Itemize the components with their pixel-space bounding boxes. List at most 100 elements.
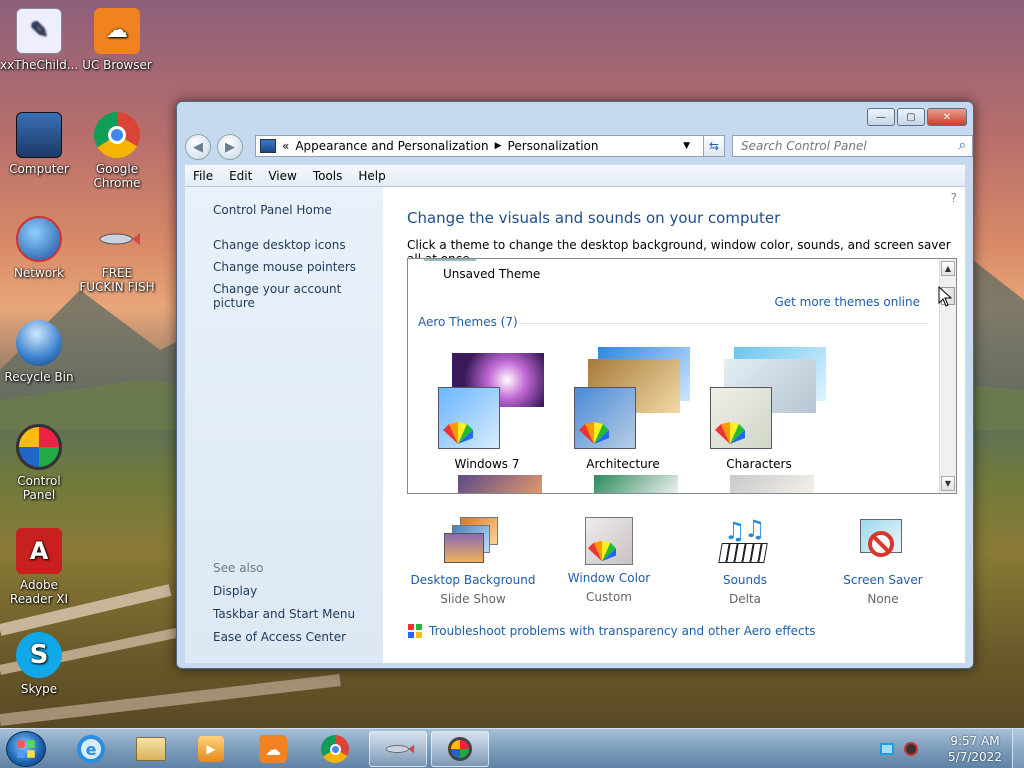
caption-buttons: — ▢ ✕	[867, 108, 967, 126]
address-prefix: «	[282, 139, 290, 153]
window-color-button[interactable]: Window Color Custom	[539, 517, 679, 604]
control-panel-icon	[16, 424, 62, 470]
sounds-button[interactable]: ♫ ♫ Sounds Delta	[675, 515, 815, 606]
taskbar-control-panel[interactable]	[431, 731, 489, 767]
maximize-button[interactable]: ▢	[897, 108, 925, 126]
search-input[interactable]: Search Control Panel ⌕	[732, 135, 973, 157]
theme-preview-front	[438, 387, 500, 449]
scroll-down-icon[interactable]: ▼	[941, 476, 955, 491]
taskbar-internet-explorer[interactable]: e	[62, 731, 120, 767]
theme-preview-image	[594, 475, 678, 493]
forward-button[interactable]: ▶	[217, 134, 243, 160]
close-button[interactable]: ✕	[927, 108, 967, 126]
theme-label: Architecture	[586, 457, 660, 471]
help-icon[interactable]: ?	[951, 191, 957, 205]
system-tray: 9:57 AM 5/7/2022	[880, 729, 1024, 768]
clock[interactable]: 9:57 AM 5/7/2022	[940, 733, 1010, 765]
breadcrumb-personalization[interactable]: Personalization	[508, 139, 599, 153]
address-dropdown-icon[interactable]: ▼	[683, 141, 690, 151]
desktop-icon-fish[interactable]: FREE FUCKIN FISH	[78, 216, 156, 294]
change-desktop-icons-link[interactable]: Change desktop icons	[213, 238, 383, 252]
screen-saver-value: None	[867, 592, 899, 606]
fish-icon	[94, 216, 140, 262]
color-swatch-icon	[715, 422, 745, 444]
adobe-reader-icon: A	[16, 528, 62, 574]
search-icon[interactable]: ⌕	[959, 138, 966, 153]
theme-preview-image	[730, 475, 814, 493]
taskbar-fish[interactable]	[369, 731, 427, 767]
computer-icon	[16, 112, 62, 158]
uc-browser-icon: ☁	[259, 735, 287, 763]
fish-icon	[385, 744, 415, 754]
theme-preview-front	[710, 387, 772, 449]
desktop-icon-skype[interactable]: S Skype	[0, 632, 78, 696]
theme-list[interactable]: Unsaved Theme Get more themes online Aer…	[407, 258, 957, 494]
chrome-icon	[94, 112, 140, 158]
desktop-icon-network[interactable]: Network	[0, 216, 78, 280]
theme-preview-front	[574, 387, 636, 449]
taskbar-media-player[interactable]: ▶	[182, 731, 240, 767]
troubleshoot-label: Troubleshoot problems with transparency …	[429, 624, 816, 638]
windows-flag-icon	[408, 624, 422, 638]
network-icon	[16, 216, 62, 262]
show-desktop-button[interactable]	[1012, 729, 1024, 768]
desktop-icon-computer[interactable]: Computer	[0, 112, 78, 176]
desktop-background-value: Slide Show	[440, 592, 506, 606]
start-button[interactable]	[6, 731, 46, 767]
theme-architecture[interactable]: Architecture	[558, 347, 690, 471]
desktop-background-label: Desktop Background	[410, 573, 536, 587]
minimize-button[interactable]: —	[867, 108, 895, 126]
theme-label: Windows 7	[454, 457, 520, 471]
page-title: Change the visuals and sounds on your co…	[407, 209, 781, 227]
menu-tools[interactable]: Tools	[313, 167, 351, 185]
desktop-icon-adobe-reader[interactable]: A Adobe Reader XI	[0, 528, 78, 606]
change-mouse-pointers-link[interactable]: Change mouse pointers	[213, 260, 383, 274]
menu-help[interactable]: Help	[358, 167, 393, 185]
screen-saver-icon	[854, 517, 912, 567]
theme-windows-7[interactable]: Windows 7	[422, 351, 552, 471]
section-divider	[518, 323, 928, 324]
aero-themes-header: Aero Themes (7)	[418, 315, 518, 329]
window-color-value: Custom	[586, 590, 632, 604]
breadcrumb-appearance[interactable]: Appearance and Personalization	[295, 139, 488, 153]
color-swatch-icon	[579, 422, 609, 444]
selected-theme-underline	[424, 259, 476, 261]
unsaved-theme-label[interactable]: Unsaved Theme	[443, 267, 540, 281]
taskbar-uc-browser[interactable]: ☁	[244, 731, 302, 767]
menu-file[interactable]: File	[193, 167, 221, 185]
volume-tray-icon[interactable]	[904, 742, 918, 756]
window-color-icon	[585, 517, 633, 565]
chrome-icon	[321, 735, 349, 763]
menu-edit[interactable]: Edit	[229, 167, 260, 185]
back-button[interactable]: ◀	[185, 134, 211, 160]
desktop-background-icon	[444, 517, 502, 567]
refresh-icon: ⇆	[708, 139, 720, 153]
theme-characters[interactable]: Characters	[694, 347, 826, 471]
taskbar-start-menu-link[interactable]: Taskbar and Start Menu	[213, 607, 355, 621]
sounds-label: Sounds	[722, 573, 768, 587]
taskbar-file-explorer[interactable]	[122, 731, 180, 767]
address-bar[interactable]: « Appearance and Personalization ▶ Perso…	[255, 135, 717, 157]
ease-of-access-link[interactable]: Ease of Access Center	[213, 630, 346, 644]
desktop-icon-file[interactable]: ✎ xxTheChild...	[0, 8, 78, 72]
desktop-background-button[interactable]: Desktop Background Slide Show	[403, 517, 543, 606]
screen-saver-button[interactable]: Screen Saver None	[813, 517, 953, 606]
get-more-themes-link[interactable]: Get more themes online	[774, 295, 920, 309]
desktop-icon-recycle-bin[interactable]: Recycle Bin	[0, 320, 78, 384]
troubleshoot-link[interactable]: Troubleshoot problems with transparency …	[407, 623, 816, 639]
desktop-icon-control-panel[interactable]: Control Panel	[0, 424, 78, 502]
menu-view[interactable]: View	[268, 167, 304, 185]
network-tray-icon[interactable]	[880, 743, 894, 755]
taskbar-chrome[interactable]	[306, 731, 364, 767]
desktop-icon-uc-browser[interactable]: ☁ UC Browser	[78, 8, 156, 72]
task-pane: Control Panel Home Change desktop icons …	[185, 187, 383, 663]
mouse-cursor-icon	[938, 286, 953, 307]
navigation-bar: ◀ ▶ « Appearance and Personalization ▶ P…	[185, 134, 973, 160]
display-link[interactable]: Display	[213, 584, 257, 598]
change-account-picture-link[interactable]: Change your account picture	[213, 282, 383, 310]
control-panel-home-link[interactable]: Control Panel Home	[213, 203, 383, 217]
refresh-button[interactable]: ⇆	[703, 135, 725, 157]
desktop-icon-chrome[interactable]: Google Chrome	[78, 112, 156, 190]
scroll-up-icon[interactable]: ▲	[941, 261, 955, 276]
recycle-bin-icon	[16, 320, 62, 366]
